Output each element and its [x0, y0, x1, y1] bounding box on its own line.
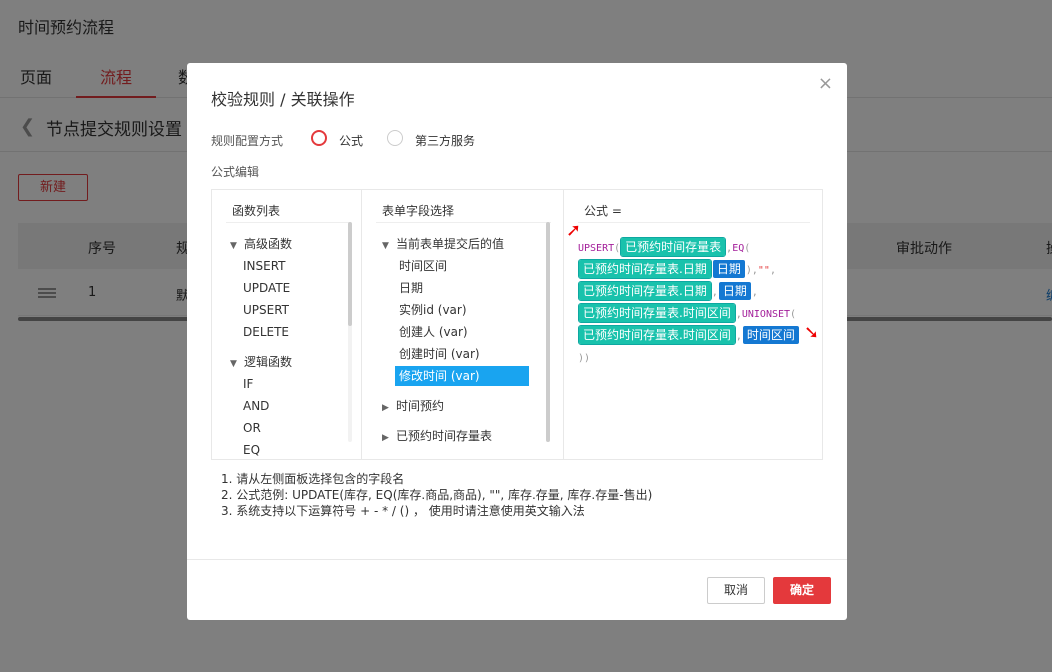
- func-item[interactable]: OR: [243, 418, 261, 438]
- caret-down-icon: ▼: [382, 241, 389, 251]
- field-group-current[interactable]: ▼ 当前表单提交后的值: [382, 234, 504, 254]
- formula-editor: 函数列表 ▼ 高级函数 INSERT UPDATE UPSERT DELETE ▼…: [211, 189, 823, 460]
- empty-string: "": [757, 265, 770, 276]
- func-item[interactable]: EQ: [243, 440, 260, 458]
- help-notes: 1. 请从左侧面板选择包含的字段名 2. 公式范例: UPDATE(库存, EQ…: [221, 471, 652, 519]
- divider: [376, 222, 551, 223]
- field-item[interactable]: 创建时间 (var): [399, 344, 480, 364]
- rule-modal: 校验规则 / 关联操作 × 规则配置方式 公式 第三方服务 公式编辑 函数列表 …: [187, 63, 847, 620]
- field-item[interactable]: 时间区间: [399, 256, 447, 276]
- config-method-label: 规则配置方式: [211, 134, 284, 148]
- field-token[interactable]: 日期: [712, 260, 745, 278]
- field-group-reservation[interactable]: ▶ 时间预约: [382, 396, 444, 416]
- kw-union: UNION: [741, 309, 772, 320]
- field-item-selected[interactable]: 修改时间 (var): [395, 366, 529, 386]
- field-select-scrollbar[interactable]: [546, 222, 550, 442]
- kw-eq: EQ: [732, 243, 745, 254]
- func-item[interactable]: UPDATE: [243, 278, 290, 298]
- modal-title: 校验规则 / 关联操作: [211, 90, 355, 109]
- field-token[interactable]: 已预约时间存量表: [620, 237, 727, 257]
- field-group-stock[interactable]: ▶ 已预约时间存量表: [382, 426, 492, 446]
- note-line: 1. 请从左侧面板选择包含的字段名: [221, 472, 405, 486]
- scroll-thumb[interactable]: [546, 222, 550, 442]
- kw-set: SET: [771, 309, 791, 320]
- divider: [226, 222, 349, 223]
- arrow-annotation-icon: ➚: [801, 324, 823, 341]
- caret-right-icon: ▶: [382, 403, 389, 413]
- field-select-panel: 表单字段选择 ▼ 当前表单提交后的值 时间区间 日期 实例id (var) 创建人…: [362, 190, 564, 459]
- divider: [578, 222, 810, 223]
- field-item[interactable]: 日期: [399, 278, 423, 298]
- field-item[interactable]: 创建人 (var): [399, 322, 468, 342]
- field-token[interactable]: 已预约时间存量表.时间区间: [578, 303, 736, 323]
- formula-panel: 公式 = UPSERT(已预约时间存量表 ,EQ(已预约时间存量表.日期 日期),"…: [564, 190, 822, 459]
- field-token[interactable]: 日期: [718, 282, 751, 300]
- function-list-header: 函数列表: [232, 204, 281, 218]
- formula-edit-label: 公式编辑: [211, 165, 260, 179]
- caret-right-icon: ▶: [382, 433, 389, 443]
- close-icon[interactable]: ×: [818, 73, 833, 94]
- func-group-advanced[interactable]: ▼ 高级函数: [230, 234, 292, 254]
- field-token[interactable]: 已预约时间存量表.日期: [578, 281, 712, 301]
- func-group-logic[interactable]: ▼ 逻辑函数: [230, 352, 292, 372]
- radio-third-party-label[interactable]: 第三方服务: [415, 132, 475, 149]
- caret-down-icon: ▼: [230, 359, 237, 369]
- function-list-panel: 函数列表 ▼ 高级函数 INSERT UPDATE UPSERT DELETE ▼…: [212, 190, 362, 459]
- field-token[interactable]: 时间区间: [742, 326, 799, 344]
- radio-formula[interactable]: [311, 130, 327, 146]
- scroll-thumb[interactable]: [348, 222, 352, 326]
- confirm-button[interactable]: 确定: [773, 577, 831, 604]
- function-list-scrollbar[interactable]: [348, 222, 352, 442]
- note-line: 2. 公式范例: UPDATE(库存, EQ(库存.商品,商品), "", 库存…: [221, 488, 653, 502]
- field-token[interactable]: 已预约时间存量表.日期: [578, 259, 712, 279]
- func-item[interactable]: UPSERT: [243, 300, 289, 320]
- field-item[interactable]: 实例id (var): [399, 300, 467, 320]
- field-token[interactable]: 已预约时间存量表.时间区间: [578, 325, 736, 345]
- func-item[interactable]: INSERT: [243, 256, 286, 276]
- formula-header: 公式 =: [584, 204, 622, 218]
- radio-formula-label[interactable]: 公式: [339, 132, 363, 149]
- arrow-annotation-icon: ➚: [566, 220, 582, 241]
- func-item[interactable]: IF: [243, 374, 253, 394]
- func-item[interactable]: AND: [243, 396, 269, 416]
- cancel-button[interactable]: 取消: [707, 577, 765, 604]
- radio-third-party[interactable]: [387, 130, 403, 146]
- formula-text[interactable]: UPSERT(已预约时间存量表 ,EQ(已预约时间存量表.日期 日期),"",已预约…: [578, 237, 808, 370]
- caret-down-icon: ▼: [230, 241, 237, 251]
- kw-upsert: UPSERT: [578, 243, 615, 254]
- func-item[interactable]: DELETE: [243, 322, 289, 342]
- divider: [187, 559, 847, 560]
- note-line: 3. 系统支持以下运算符号 + - * / () ， 使用时请注意使用英文输入法: [221, 504, 585, 518]
- field-select-header: 表单字段选择: [382, 204, 455, 218]
